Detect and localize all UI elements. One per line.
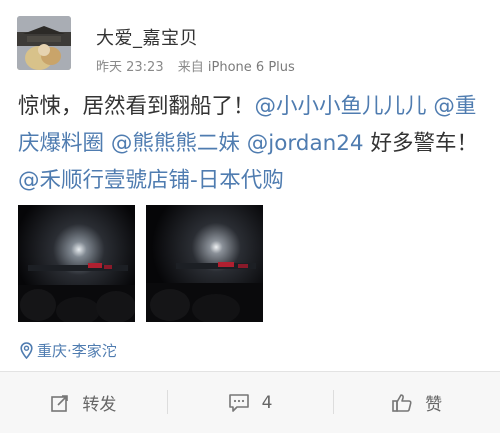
repost-label: 转发	[82, 395, 117, 415]
post-source-device[interactable]: iPhone 6 Plus	[208, 60, 295, 75]
mention-link[interactable]: @jordan24	[247, 131, 364, 156]
mention-link[interactable]: @禾顺行壹號店铺-日本代购	[18, 168, 284, 193]
comment-button[interactable]: 4	[166, 372, 334, 433]
night-scene-photo-1	[18, 205, 135, 322]
like-label: 赞	[425, 395, 443, 415]
post-text-part	[104, 131, 111, 156]
post-photo-1[interactable]	[18, 205, 135, 322]
thumbs-up-icon	[391, 393, 413, 413]
avatar-image	[17, 16, 71, 70]
post-location[interactable]: 重庆·李家沱	[20, 340, 117, 361]
repost-button[interactable]: 转发	[0, 372, 167, 433]
post-photo-2[interactable]	[146, 205, 263, 322]
mention-link[interactable]: @小小小鱼儿儿儿	[255, 94, 427, 119]
location-pin-icon	[20, 342, 33, 359]
post-text-part	[240, 131, 247, 156]
weibo-post-card: 大爱_嘉宝贝 昨天 23:23 来自 iPhone 6 Plus 惊悚，居然看到…	[0, 0, 500, 371]
comment-icon	[228, 393, 250, 413]
night-scene-photo-2	[146, 205, 263, 322]
post-body: 惊悚，居然看到翻船了！@小小小鱼儿儿儿 @重庆爆料圈 @熊熊熊二妹 @jorda…	[18, 88, 488, 199]
repost-icon	[50, 393, 70, 413]
avatar[interactable]	[17, 16, 71, 70]
username[interactable]: 大爱_嘉宝贝	[96, 24, 198, 50]
post-meta: 昨天 23:23 来自 iPhone 6 Plus	[96, 56, 295, 75]
post-text-part: 好多警车！	[363, 131, 478, 156]
post-source-prefix: 来自	[177, 60, 204, 75]
post-text-part: 惊悚，居然看到翻船了！	[18, 94, 255, 119]
comment-count: 4	[261, 392, 273, 413]
post-timestamp: 昨天 23:23	[96, 60, 164, 75]
post-action-bar: 转发 4 赞	[0, 371, 500, 433]
like-button[interactable]: 赞	[333, 372, 500, 433]
location-label: 重庆·李家沱	[37, 342, 117, 360]
mention-link[interactable]: @熊熊熊二妹	[111, 131, 240, 156]
